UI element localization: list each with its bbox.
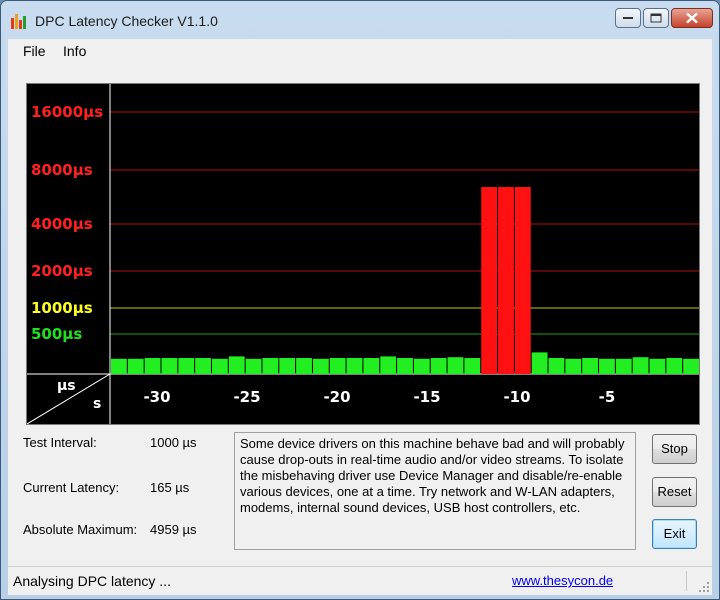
latency-bar	[548, 358, 565, 374]
latency-bar	[397, 358, 413, 374]
test-interval-value: 1000 µs	[150, 435, 197, 450]
latency-bar	[464, 358, 481, 374]
latency-bar	[531, 352, 548, 374]
menu-info[interactable]: Info	[63, 43, 86, 59]
diagnostic-message: Some device drivers on this machine beha…	[234, 432, 636, 550]
latency-bar	[127, 358, 144, 374]
latency-bar	[312, 358, 329, 374]
y-tick-label: 16000µs	[31, 103, 103, 121]
latency-bar	[228, 356, 245, 374]
maximize-button[interactable]	[643, 8, 669, 28]
latency-bar	[481, 187, 498, 374]
latency-bar	[346, 358, 363, 374]
latency-bar	[649, 358, 666, 374]
menu-file[interactable]: File	[23, 43, 46, 59]
status-bar: Analysing DPC latency ... www.thesycon.d…	[8, 566, 712, 595]
latency-bar	[447, 357, 464, 374]
latency-bar	[245, 358, 262, 374]
absolute-maximum-value: 4959 µs	[150, 522, 197, 537]
client-area: File Info 16000µs 8000µs 4000µs 2000µs 1000µ…	[8, 39, 712, 595]
x-tick-label: -5	[599, 388, 616, 406]
x-tick-label: -25	[233, 388, 260, 406]
latency-bar	[615, 358, 632, 374]
x-tick-label: -30	[143, 388, 170, 406]
latency-chart-svg: 16000µs 8000µs 4000µs 2000µs 1000µs 500µs µs s -…	[26, 84, 699, 425]
status-text: Analysing DPC latency ...	[13, 573, 171, 589]
test-interval-label: Test Interval:	[23, 435, 97, 450]
latency-bar	[683, 358, 699, 374]
latency-bar	[498, 187, 514, 374]
close-icon	[686, 12, 698, 24]
latency-graph: 16000µs 8000µs 4000µs 2000µs 1000µs 500µs µs s -…	[26, 83, 700, 425]
x-tick-label: -10	[503, 388, 530, 406]
maximize-icon	[650, 13, 662, 23]
latency-bar	[582, 358, 599, 374]
latency-bar	[430, 358, 447, 374]
latency-bar	[195, 358, 211, 374]
latency-bar	[599, 358, 615, 374]
exit-button[interactable]: Exit	[652, 519, 697, 549]
y-tick-label: 1000µs	[31, 299, 93, 317]
latency-bar	[413, 358, 430, 374]
y-tick-label: 2000µs	[31, 262, 93, 280]
latency-bar	[211, 358, 228, 374]
resize-grip-icon[interactable]	[698, 581, 710, 593]
current-latency-label: Current Latency:	[23, 480, 120, 495]
status-separator	[686, 571, 687, 591]
window-controls	[615, 8, 713, 30]
latency-bar	[380, 356, 397, 374]
latency-bar	[279, 358, 296, 374]
title-bar[interactable]: DPC Latency Checker V1.1.0	[1, 1, 719, 39]
y-tick-label: 8000µs	[31, 161, 93, 179]
minimize-button[interactable]	[615, 8, 641, 28]
menu-bar: File Info	[8, 39, 712, 63]
latency-bar	[666, 358, 683, 374]
minimize-icon	[623, 17, 633, 19]
latency-bar	[262, 358, 279, 374]
reset-button[interactable]: Reset	[652, 477, 697, 507]
y-tick-label: 500µs	[31, 325, 82, 343]
stop-button[interactable]: Stop	[652, 434, 697, 464]
window-title: DPC Latency Checker V1.1.0	[35, 13, 218, 29]
latency-bar	[363, 358, 380, 374]
website-link[interactable]: www.thesycon.de	[512, 573, 613, 588]
latency-bar	[111, 358, 127, 374]
x-tick-label: -15	[413, 388, 440, 406]
close-button[interactable]	[671, 8, 713, 28]
latency-bar	[178, 358, 195, 374]
x-tick-label: -20	[323, 388, 350, 406]
latency-bar	[161, 358, 178, 374]
current-latency-value: 165 µs	[150, 480, 190, 495]
y-axis-unit: µs	[57, 378, 76, 394]
app-window: DPC Latency Checker V1.1.0 File Info 160…	[0, 0, 720, 600]
x-axis-unit: s	[93, 396, 101, 412]
y-tick-label: 4000µs	[31, 215, 93, 233]
latency-bar	[144, 358, 161, 374]
latency-bar	[296, 358, 312, 374]
absolute-maximum-label: Absolute Maximum:	[23, 522, 138, 537]
latency-bar	[329, 358, 346, 374]
app-bars-icon	[11, 14, 26, 29]
latency-bar	[632, 357, 649, 374]
latency-bar	[514, 187, 531, 374]
latency-bar	[565, 358, 582, 374]
